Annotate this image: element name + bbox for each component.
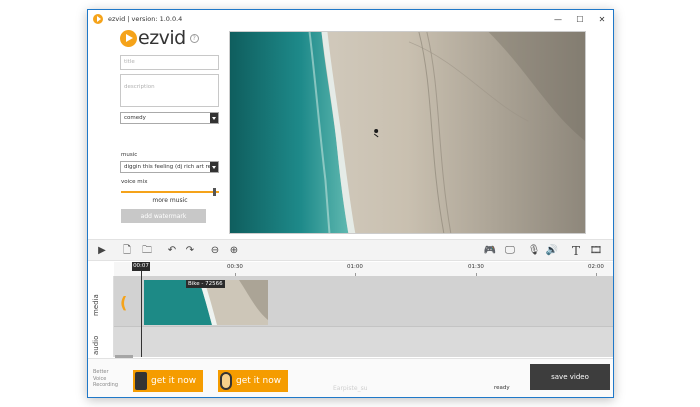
editor-toolbar: ▶ 🗋 🗀 ↶ ↷ ⊖ ⊕ 🎮 🖵 🎙 🔊 T 🎞 [88,239,613,261]
music-label: music [121,152,138,158]
microphone-product-icon [135,372,147,390]
bottom-bar: Better Voice Recording get it now get it… [88,358,613,397]
music-select[interactable]: diggin this feeling (dj rich art rem [120,161,219,173]
voice-mix-thumb[interactable] [213,188,216,196]
clip-label: Bike - 72566 [186,280,225,288]
faint-text: Earpiste_su [333,385,368,392]
open-folder-icon[interactable]: 🗀 [141,245,153,257]
title-input[interactable]: title [120,55,219,70]
chevron-down-icon [210,162,218,172]
save-video-button[interactable]: save video [530,364,610,390]
tick-label: 02:00 [588,264,604,277]
redo-icon[interactable]: ↷ [184,245,196,257]
video-preview[interactable] [229,31,586,234]
chevron-down-icon [210,113,218,123]
app-window: ezvid | version: 1.0.0.4 — ☐ ✕ ezvid ? t… [87,9,614,398]
headset-product-icon [220,372,232,390]
genre-value: comedy [124,115,146,121]
minimize-button[interactable]: — [547,10,569,28]
zoom-out-icon[interactable]: ⊖ [209,245,221,257]
beach-aerial-image [230,32,585,233]
title-bar: ezvid | version: 1.0.0.4 — ☐ ✕ [88,10,613,28]
add-watermark-button[interactable]: add watermark [121,209,206,223]
play-icon[interactable]: ▶ [96,245,108,257]
app-icon [93,14,103,24]
new-file-icon[interactable]: 🗋 [121,245,133,257]
voice-mix-label: voice mix [121,179,148,185]
promo1-label: get it now [151,376,197,386]
track-labels: media audio [88,276,114,357]
get-it-now-button-headset[interactable]: get it now [218,370,288,392]
tick-label: 01:30 [468,264,484,277]
monitor-icon[interactable]: 🖵 [504,245,516,257]
voice-mix-track [121,191,219,193]
playhead-line[interactable] [141,271,142,357]
voice-mix-slider[interactable] [121,188,219,196]
zoom-in-icon[interactable]: ⊕ [228,245,240,257]
window-title: ezvid | version: 1.0.0.4 [108,15,183,23]
logo-text: ezvid [138,27,186,49]
gamepad-icon[interactable]: 🎮 [484,245,496,257]
description-input[interactable]: description [120,74,219,107]
clip-marker-icon: ( [120,293,128,312]
text-icon[interactable]: T [570,245,582,257]
promo-text: Better Voice Recording [93,369,119,388]
playhead-time[interactable]: 00:07 [132,262,150,271]
tick-label: 01:00 [347,264,363,277]
audio-track[interactable] [114,326,613,357]
maximize-button[interactable]: ☐ [569,10,591,28]
promo2-label: get it now [236,376,282,386]
logo-play-icon [120,30,137,47]
music-value: diggin this feeling (dj rich art rem [124,164,217,170]
status-text: ready [494,385,510,391]
more-music-link[interactable]: more music [121,197,219,204]
audio-track-label: audio [92,335,100,355]
speaker-icon[interactable]: 🔊 [546,245,558,257]
timeline-ruler[interactable]: 00:30 01:00 01:30 02:00 [114,262,613,277]
genre-select[interactable]: comedy [120,112,219,124]
film-icon[interactable]: 🎞 [590,245,603,257]
close-button[interactable]: ✕ [591,10,613,28]
microphone-icon[interactable]: 🎙 [528,245,541,257]
undo-icon[interactable]: ↶ [166,245,178,257]
get-it-now-button-mic[interactable]: get it now [133,370,203,392]
window-controls: — ☐ ✕ [547,10,613,28]
media-track-label: media [92,294,100,316]
tick-label: 00:30 [227,264,243,277]
ezvid-logo: ezvid ? [120,27,199,49]
help-icon[interactable]: ? [189,34,199,43]
